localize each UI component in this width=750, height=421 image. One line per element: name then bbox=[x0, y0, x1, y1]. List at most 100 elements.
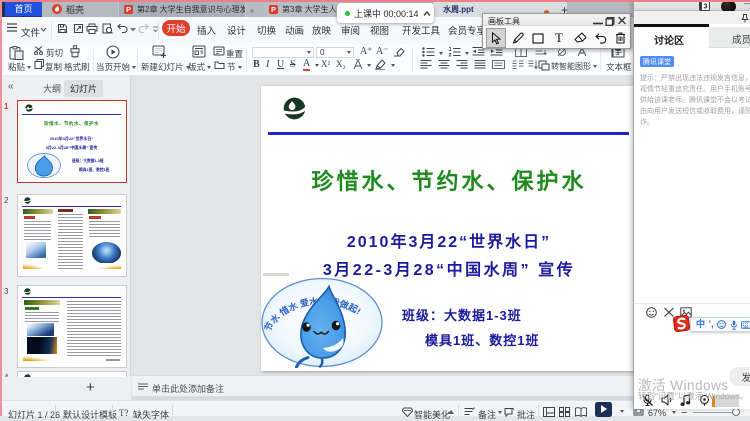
bullet-list-icon[interactable] bbox=[422, 47, 435, 57]
font-color-button[interactable]: A bbox=[303, 58, 310, 71]
notes-bar[interactable]: 单击此处添加备注 bbox=[132, 375, 633, 396]
add-slide-button[interactable]: + bbox=[86, 379, 95, 396]
section-label[interactable]: 节 bbox=[227, 61, 242, 73]
hamburger-menu-icon[interactable] bbox=[7, 23, 17, 32]
layout-label[interactable]: 版式 bbox=[188, 61, 211, 73]
normal-view-icon[interactable] bbox=[543, 407, 555, 417]
meeting-status-pill[interactable]: 上课中 00:00:14 bbox=[337, 3, 434, 23]
new-slide-icon[interactable] bbox=[152, 45, 167, 58]
highlight-color-icon[interactable] bbox=[374, 58, 387, 70]
copy-label[interactable]: 复制 bbox=[45, 61, 62, 73]
paint-tool-undo[interactable] bbox=[591, 28, 611, 48]
decrease-font-icon[interactable]: A⁻ bbox=[376, 46, 389, 57]
section-icon[interactable] bbox=[214, 60, 225, 69]
palette-close-button[interactable] bbox=[617, 16, 627, 25]
format-painter-label[interactable]: 格式刷 bbox=[64, 61, 90, 73]
align-center-icon[interactable] bbox=[438, 60, 450, 69]
bold-button[interactable]: B bbox=[253, 59, 260, 70]
sogou-s-logo[interactable] bbox=[672, 314, 691, 333]
note-caret[interactable] bbox=[498, 411, 502, 414]
redo-icon[interactable] bbox=[138, 23, 149, 33]
smart-graphic-label[interactable]: 转智能图形 bbox=[551, 61, 597, 72]
paint-tool-pen[interactable] bbox=[507, 28, 527, 48]
mascot-graphic[interactable]: 节水 惜水 爱水 从我做起! bbox=[260, 277, 384, 368]
emoji-icon[interactable] bbox=[646, 307, 657, 318]
ribbon-tab-transition[interactable]: 切换 bbox=[257, 23, 276, 37]
highlight-caret[interactable] bbox=[391, 64, 395, 67]
paint-tool-trash[interactable] bbox=[610, 28, 630, 48]
slide-thumbnail-1[interactable]: 珍惜水、节约水、保护水 2010年3月22“世界水日” 3月22-3月28“中国… bbox=[17, 100, 127, 183]
palette-minimize-button[interactable] bbox=[593, 19, 603, 28]
missing-font-label[interactable]: 缺失字体 bbox=[133, 408, 169, 421]
font-size-combo[interactable]: 0 bbox=[316, 47, 354, 58]
zoom-caret[interactable] bbox=[672, 411, 676, 414]
comment-label[interactable]: 批注 bbox=[517, 408, 535, 421]
play-from-current-icon[interactable] bbox=[106, 45, 120, 59]
paint-tool-select[interactable] bbox=[486, 28, 506, 48]
align-right-icon[interactable] bbox=[456, 60, 468, 69]
slide-thumbnail-2[interactable] bbox=[17, 194, 127, 277]
tab-discussion[interactable]: 讨论区 bbox=[634, 27, 709, 48]
ime-emoji-icon[interactable] bbox=[717, 320, 726, 329]
slide-class-line1[interactable]: 班级：大数据1-3班 bbox=[402, 305, 522, 324]
chinese-mode-icon[interactable]: 中 bbox=[696, 320, 705, 329]
paint-tool-text[interactable]: T bbox=[549, 28, 569, 48]
reading-view-icon[interactable] bbox=[575, 407, 587, 417]
layout-icon[interactable] bbox=[192, 45, 206, 58]
phonetic-guide-icon[interactable] bbox=[352, 59, 364, 70]
collapse-chevron-icon[interactable] bbox=[423, 11, 431, 16]
italic-button[interactable]: I bbox=[266, 59, 269, 70]
phonetic-caret[interactable] bbox=[367, 64, 371, 67]
copy-icon[interactable] bbox=[34, 59, 45, 69]
cut-icon[interactable] bbox=[34, 46, 45, 55]
ribbon-tab-devtools[interactable]: 开发工具 bbox=[402, 23, 440, 37]
strikethrough-button[interactable]: S bbox=[290, 59, 296, 70]
collapse-panel-button[interactable]: « bbox=[8, 81, 14, 92]
paint-tool-rectangle[interactable] bbox=[528, 28, 548, 48]
ime-keyboard-icon[interactable] bbox=[741, 321, 750, 329]
ribbon-tab-start[interactable]: 开始 bbox=[162, 20, 190, 36]
paint-tools-titlebar[interactable]: 画板工具 bbox=[483, 14, 630, 26]
slide-thumbnail-3[interactable] bbox=[17, 285, 127, 368]
undo-caret-icon[interactable] bbox=[130, 28, 136, 32]
template-name[interactable]: 默认设计模板 bbox=[63, 408, 117, 421]
export-icon[interactable] bbox=[73, 23, 84, 34]
bullet-caret[interactable] bbox=[439, 52, 443, 55]
ribbon-tab-slideshow[interactable]: 放映 bbox=[312, 23, 331, 37]
ribbon-tab-design[interactable]: 设计 bbox=[227, 23, 246, 37]
reset-label[interactable]: 重置 bbox=[226, 48, 243, 60]
punctuation-icon[interactable]: ’, bbox=[709, 320, 714, 329]
zoom-level[interactable]: 67% bbox=[648, 408, 666, 418]
ribbon-tab-member[interactable]: 会员专享 bbox=[448, 23, 486, 37]
reset-icon[interactable] bbox=[213, 46, 225, 56]
member-count-icon[interactable]: 3 bbox=[699, 1, 712, 11]
ribbon-tab-view[interactable]: 视图 bbox=[370, 23, 389, 37]
tab-document-1[interactable]: P 第2章 大学生自我意识与心理发展 bbox=[118, 2, 246, 17]
menu-file[interactable]: 文件 bbox=[21, 25, 40, 39]
tab-slides[interactable]: 幻灯片 bbox=[64, 80, 103, 97]
play-caret[interactable] bbox=[620, 410, 624, 413]
note-status-icon[interactable] bbox=[464, 407, 476, 416]
tab-outline[interactable]: 大纲 bbox=[43, 82, 61, 95]
print-icon[interactable] bbox=[86, 23, 98, 34]
ribbon-tab-insert[interactable]: 插入 bbox=[197, 23, 216, 37]
paint-tool-eraser[interactable] bbox=[570, 28, 590, 48]
tab-home[interactable]: 首页 bbox=[5, 2, 42, 17]
slide-canvas[interactable]: 珍惜水、节约水、保护水 2010年3月22“世界水日” 3月22-3月28“中国… bbox=[261, 86, 637, 371]
ribbon-tab-animation[interactable]: 动画 bbox=[285, 23, 304, 37]
play-slideshow-button[interactable] bbox=[595, 402, 612, 417]
paste-icon[interactable] bbox=[9, 46, 26, 60]
font-family-combo[interactable] bbox=[252, 47, 314, 58]
print-preview-icon[interactable] bbox=[102, 23, 113, 34]
slide-class-line2[interactable]: 模具1班、数控1班 bbox=[425, 330, 539, 349]
align-left-icon[interactable] bbox=[420, 60, 432, 69]
new-slide-label[interactable]: 新建幻灯片 bbox=[141, 61, 190, 73]
align-justify-icon[interactable] bbox=[474, 60, 486, 69]
note-status-label[interactable]: 备注 bbox=[478, 408, 496, 421]
slide-sorter-icon[interactable] bbox=[559, 407, 570, 417]
ribbon-tab-review[interactable]: 审阅 bbox=[341, 23, 360, 37]
subscript-button[interactable]: X₂ bbox=[336, 59, 346, 69]
palette-restore-button[interactable] bbox=[605, 17, 615, 26]
distribute-icon[interactable] bbox=[492, 60, 505, 69]
tab-store[interactable]: 稻壳 bbox=[42, 2, 118, 17]
